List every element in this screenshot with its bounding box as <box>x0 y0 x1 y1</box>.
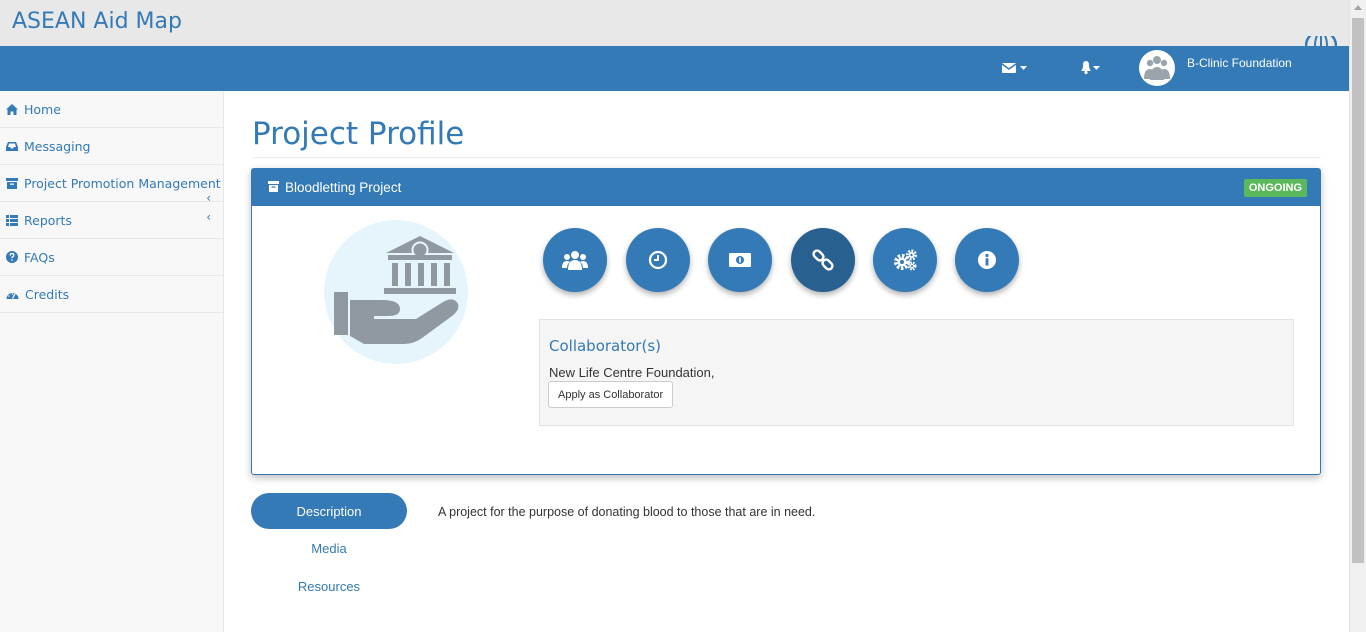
avatar[interactable] <box>1139 50 1175 86</box>
sidebar-item-label: FAQs <box>24 249 55 265</box>
collaborators-box: Collaborator(s) New Life Centre Foundati… <box>539 319 1294 426</box>
messages-dropdown[interactable] <box>1000 60 1030 79</box>
page-title: Project Profile <box>252 116 465 152</box>
sidebar-item-credits[interactable]: Credits <box>0 276 223 313</box>
apply-collaborator-button[interactable]: Apply as Collaborator <box>548 381 674 408</box>
sidebar-item-label: Home <box>24 101 61 117</box>
home-icon <box>6 103 18 115</box>
money-icon <box>729 253 751 267</box>
sidebar-item-project-promotion[interactable]: Project Promotion Management ‹ <box>0 165 223 205</box>
sidebar-item-label: Messaging <box>24 138 91 154</box>
project-panel: Bloodletting Project ONGOING Collaborato… <box>251 168 1321 475</box>
globe-icon <box>1305 36 1337 46</box>
status-badge: ONGOING <box>1243 179 1307 197</box>
sidebar-item-home[interactable]: Home <box>0 91 223 128</box>
scroll-up-arrow[interactable] <box>1354 5 1362 10</box>
user-name[interactable]: B-Clinic Foundation <box>1187 56 1292 70</box>
sidebar-item-reports[interactable]: Reports ‹ <box>0 202 223 239</box>
dashboard-icon <box>6 292 19 299</box>
top-navbar: B-Clinic Foundation <box>0 46 1349 91</box>
inbox-icon <box>6 141 18 151</box>
brand-bar: ASEAN Aid Map <box>0 0 1349 46</box>
scrollbar-thumb[interactable] <box>1352 18 1364 563</box>
info-circle-icon <box>978 251 996 269</box>
title-divider <box>252 157 1321 158</box>
collaborators-heading: Collaborator(s) <box>549 337 661 355</box>
info-button[interactable] <box>955 228 1019 292</box>
sidebar: Home Messaging Project Promotion Managem… <box>0 91 224 632</box>
archive-icon <box>268 181 279 192</box>
sidebar-item-faqs[interactable]: FAQs <box>0 239 223 276</box>
clock-icon <box>648 250 668 270</box>
gears-icon <box>894 249 917 271</box>
funding-button[interactable] <box>708 228 772 292</box>
sidebar-item-messaging[interactable]: Messaging <box>0 128 223 165</box>
sidebar-item-label: Credits <box>25 286 70 302</box>
main-content: Project Profile Bloodletting Project ONG… <box>224 91 1349 632</box>
sidebar-item-label: Project Promotion Management <box>24 175 221 191</box>
links-button[interactable] <box>791 228 855 292</box>
list-icon <box>6 214 18 226</box>
project-logo <box>324 220 468 364</box>
charity-hand-icon <box>334 236 459 344</box>
question-circle-icon <box>6 251 18 263</box>
tab-media[interactable]: Media <box>251 541 407 556</box>
user-group-icon <box>1144 56 1170 80</box>
page-scrollbar[interactable] <box>1349 0 1366 632</box>
project-name: Bloodletting Project <box>285 180 402 195</box>
tab-description[interactable]: Description <box>251 493 407 529</box>
link-icon <box>812 249 834 271</box>
project-description: A project for the purpose of donating bl… <box>438 505 816 519</box>
envelope-icon <box>1001 63 1027 73</box>
collaborators-list: New Life Centre Foundation, <box>549 365 715 380</box>
chevron-left-icon[interactable]: ‹ <box>206 210 211 224</box>
panel-header: Bloodletting Project ONGOING <box>252 169 1320 206</box>
bell-icon <box>1081 61 1100 75</box>
sidebar-item-label: Reports <box>24 212 72 228</box>
app-title[interactable]: ASEAN Aid Map <box>12 9 182 34</box>
archive-icon <box>6 177 18 189</box>
notifications-dropdown[interactable] <box>1078 59 1104 80</box>
timeline-button[interactable] <box>626 228 690 292</box>
users-icon <box>562 251 588 270</box>
tab-resources[interactable]: Resources <box>251 579 407 594</box>
team-button[interactable] <box>543 228 607 292</box>
settings-button[interactable] <box>873 228 937 292</box>
